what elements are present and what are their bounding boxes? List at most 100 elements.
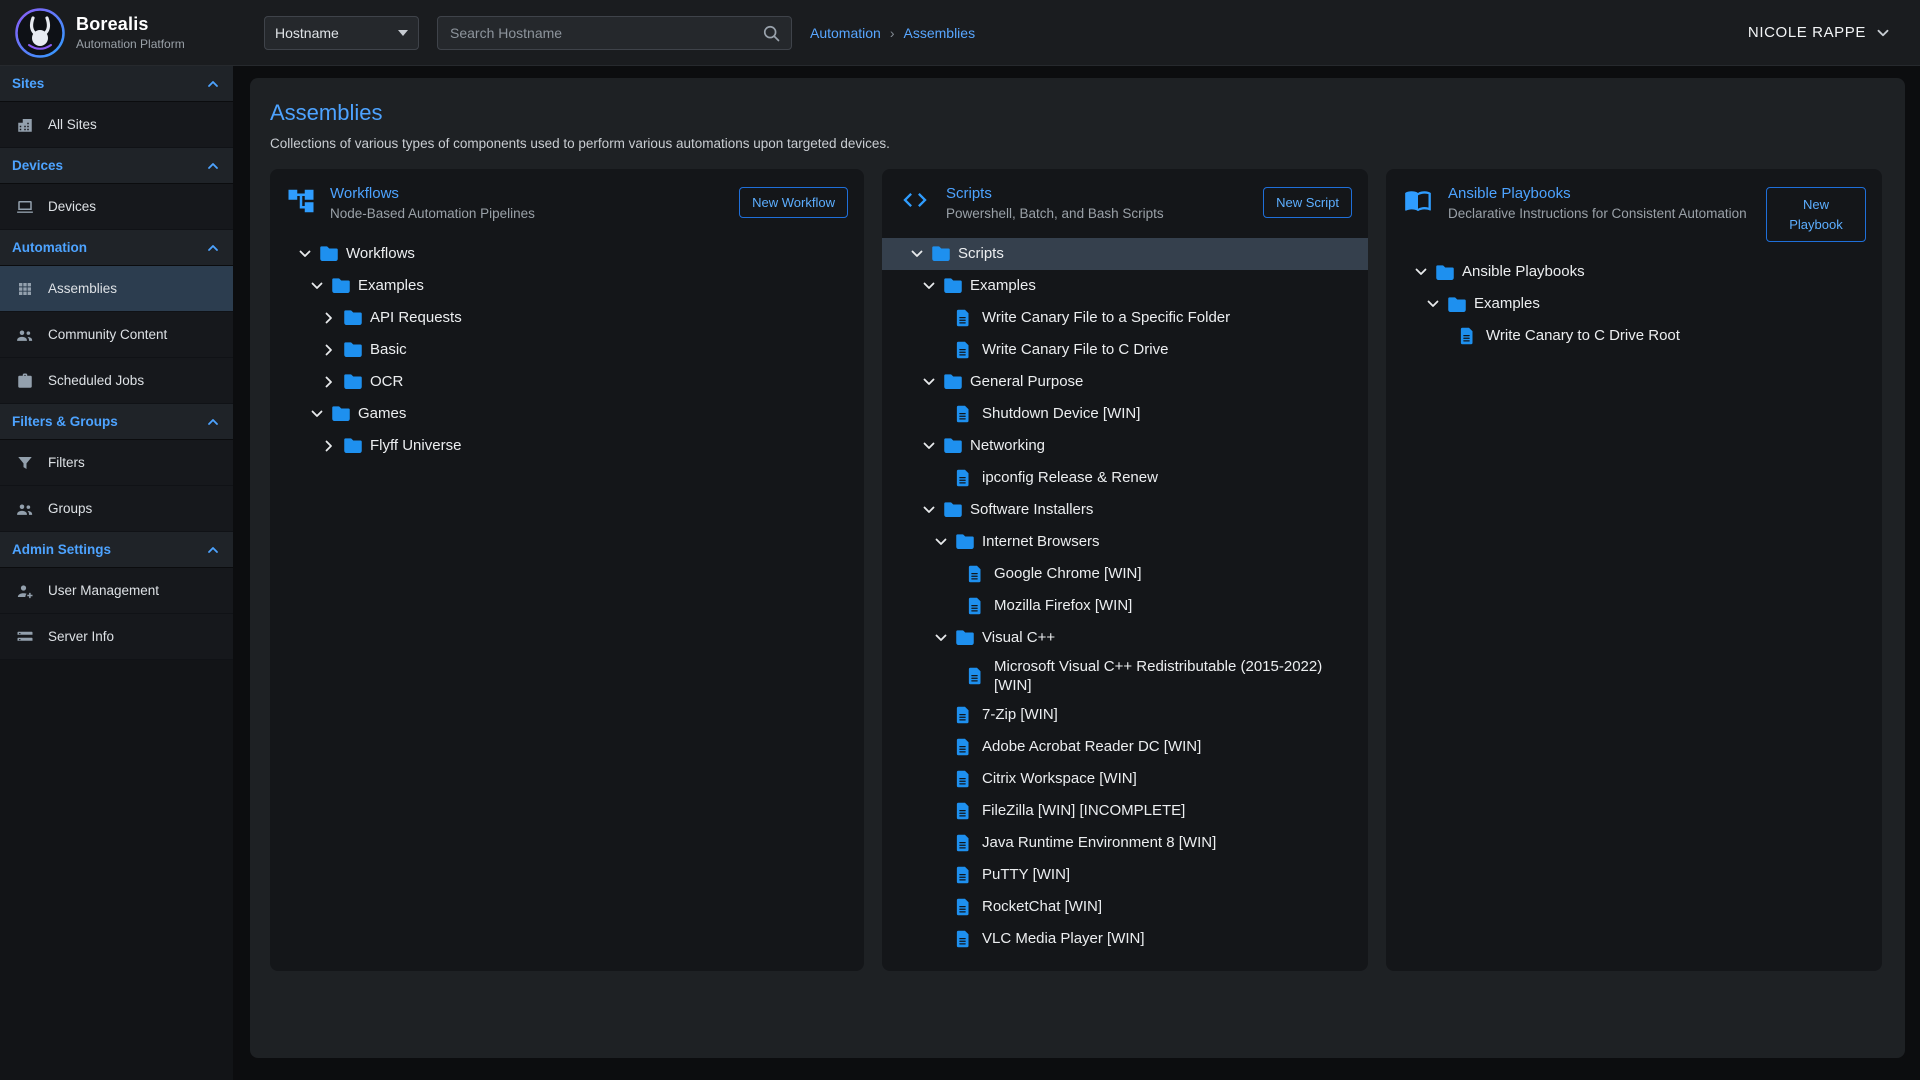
- new-script-button[interactable]: New Script: [1263, 187, 1352, 218]
- card-title: Scripts: [946, 185, 1249, 202]
- tree-file-adobe-acrobat-reader-dc-win[interactable]: Adobe Acrobat Reader DC [WIN]: [882, 731, 1368, 763]
- sidebar-section-automation[interactable]: Automation: [0, 230, 233, 266]
- file-icon: [955, 469, 982, 487]
- caret-down-icon: [398, 30, 408, 36]
- brand-name: Borealis: [76, 14, 185, 35]
- tree-file-google-chrome-win[interactable]: Google Chrome [WIN]: [882, 558, 1368, 590]
- breadcrumb-automation[interactable]: Automation: [810, 25, 881, 41]
- tree-item-label: Examples: [970, 273, 1036, 299]
- chevron-right-icon[interactable]: [321, 310, 343, 326]
- tree-file-filezilla-win-incomplete[interactable]: FileZilla [WIN] [INCOMPLETE]: [882, 795, 1368, 827]
- tree-folder-visual-c[interactable]: Visual C++: [882, 622, 1368, 654]
- sidebar-section-sites[interactable]: Sites: [0, 66, 233, 102]
- chevron-right-icon[interactable]: [321, 342, 343, 358]
- sidebar-item-devices[interactable]: Devices: [0, 184, 233, 230]
- tree-file-rocketchat-win[interactable]: RocketChat [WIN]: [882, 891, 1368, 923]
- scripts-card-header: Scripts Powershell, Batch, and Bash Scri…: [882, 169, 1368, 238]
- tree-file-ipconfig-release-renew[interactable]: ipconfig Release & Renew: [882, 462, 1368, 494]
- filter-icon: [16, 454, 36, 472]
- sidebar-section-devices[interactable]: Devices: [0, 148, 233, 184]
- tree-file-7-zip-win[interactable]: 7-Zip [WIN]: [882, 699, 1368, 731]
- sidebar-item-community-content[interactable]: Community Content: [0, 312, 233, 358]
- tree-file-microsoft-visual-c-redistributable-2015-2022-win[interactable]: Microsoft Visual C++ Redistributable (20…: [882, 654, 1368, 699]
- tree-folder-networking[interactable]: Networking: [882, 430, 1368, 462]
- sidebar-item-all-sites[interactable]: All Sites: [0, 102, 233, 148]
- tree-file-shutdown-device-win[interactable]: Shutdown Device [WIN]: [882, 398, 1368, 430]
- user-management-icon: [16, 582, 36, 600]
- tree-file-citrix-workspace-win[interactable]: Citrix Workspace [WIN]: [882, 763, 1368, 795]
- chevron-right-icon[interactable]: [321, 438, 343, 454]
- search-icon: [761, 23, 781, 43]
- tree-item-label: RocketChat [WIN]: [982, 894, 1102, 920]
- chevron-down-icon[interactable]: [933, 630, 955, 646]
- tree-folder-examples[interactable]: Examples: [882, 270, 1368, 302]
- breadcrumb-assemblies[interactable]: Assemblies: [904, 25, 976, 41]
- tree-folder-internet-browsers[interactable]: Internet Browsers: [882, 526, 1368, 558]
- folder-icon: [1435, 264, 1462, 281]
- tree-file-mozilla-firefox-win[interactable]: Mozilla Firefox [WIN]: [882, 590, 1368, 622]
- sidebar-item-filters[interactable]: Filters: [0, 440, 233, 486]
- sidebar-item-label: Filters: [48, 455, 85, 470]
- tree-folder-workflows[interactable]: Workflows: [270, 238, 864, 270]
- tree-folder-api-requests[interactable]: API Requests: [270, 302, 864, 334]
- tree-folder-basic[interactable]: Basic: [270, 334, 864, 366]
- chevron-down-icon[interactable]: [1425, 296, 1447, 312]
- chevron-down-icon[interactable]: [909, 246, 931, 262]
- tree-folder-software-installers[interactable]: Software Installers: [882, 494, 1368, 526]
- cards-row: Workflows Node-Based Automation Pipeline…: [270, 169, 1885, 971]
- new-workflow-button[interactable]: New Workflow: [739, 187, 848, 218]
- tree-folder-scripts[interactable]: Scripts: [882, 238, 1368, 270]
- tree-file-java-runtime-environment-8-win[interactable]: Java Runtime Environment 8 [WIN]: [882, 827, 1368, 859]
- chevron-down-icon[interactable]: [309, 278, 331, 294]
- sidebar-item-user-management[interactable]: User Management: [0, 568, 233, 614]
- folder-icon: [955, 629, 982, 646]
- tree-folder-general-purpose[interactable]: General Purpose: [882, 366, 1368, 398]
- file-icon: [955, 309, 982, 327]
- tree-item-label: General Purpose: [970, 369, 1083, 395]
- tree-file-write-canary-to-c-drive-root[interactable]: Write Canary to C Drive Root: [1386, 320, 1882, 352]
- chevron-down-icon[interactable]: [297, 246, 319, 262]
- sidebar-item-label: User Management: [48, 583, 159, 598]
- chevron-up-icon: [205, 542, 221, 558]
- tree-item-label: Ansible Playbooks: [1462, 259, 1585, 285]
- hostname-select-value: Hostname: [275, 25, 339, 41]
- brand-text: Borealis Automation Platform: [76, 14, 185, 51]
- tree-item-label: Games: [358, 401, 406, 427]
- search-input[interactable]: [448, 24, 761, 42]
- tree-folder-ocr[interactable]: OCR: [270, 366, 864, 398]
- sidebar-item-assemblies[interactable]: Assemblies: [0, 266, 233, 312]
- chevron-up-icon: [205, 414, 221, 430]
- file-icon: [955, 770, 982, 788]
- tree-folder-examples[interactable]: Examples: [270, 270, 864, 302]
- chevron-down-icon[interactable]: [921, 278, 943, 294]
- sidebar-section-admin-settings[interactable]: Admin Settings: [0, 532, 233, 568]
- workflow-icon: [286, 186, 316, 216]
- tree-folder-examples[interactable]: Examples: [1386, 288, 1882, 320]
- tree-folder-games[interactable]: Games: [270, 398, 864, 430]
- tree-item-label: OCR: [370, 369, 403, 395]
- file-icon: [955, 738, 982, 756]
- chevron-down-icon[interactable]: [921, 502, 943, 518]
- tree-file-vlc-media-player-win[interactable]: VLC Media Player [WIN]: [882, 923, 1368, 955]
- tree-folder-flyff-universe[interactable]: Flyff Universe: [270, 430, 864, 462]
- borealis-logo: [14, 7, 66, 59]
- new-playbook-button[interactable]: New Playbook: [1766, 187, 1866, 242]
- hostname-select[interactable]: Hostname: [264, 16, 419, 50]
- sidebar-item-groups[interactable]: Groups: [0, 486, 233, 532]
- chevron-down-icon[interactable]: [921, 374, 943, 390]
- chevron-right-icon[interactable]: [321, 374, 343, 390]
- chevron-down-icon[interactable]: [933, 534, 955, 550]
- tree-file-putty-win[interactable]: PuTTY [WIN]: [882, 859, 1368, 891]
- file-icon: [955, 405, 982, 423]
- sidebar-item-server-info[interactable]: Server Info: [0, 614, 233, 660]
- sidebar-item-scheduled-jobs[interactable]: Scheduled Jobs: [0, 358, 233, 404]
- tree-file-write-canary-file-to-c-drive[interactable]: Write Canary File to C Drive: [882, 334, 1368, 366]
- user-menu[interactable]: NICOLE RAPPE: [1748, 24, 1892, 42]
- tree-item-label: Scripts: [958, 241, 1004, 267]
- tree-folder-ansible-playbooks[interactable]: Ansible Playbooks: [1386, 256, 1882, 288]
- sidebar-section-filters-groups[interactable]: Filters & Groups: [0, 404, 233, 440]
- chevron-down-icon[interactable]: [921, 438, 943, 454]
- chevron-down-icon[interactable]: [1413, 264, 1435, 280]
- tree-file-write-canary-file-to-a-specific-folder[interactable]: Write Canary File to a Specific Folder: [882, 302, 1368, 334]
- chevron-down-icon[interactable]: [309, 406, 331, 422]
